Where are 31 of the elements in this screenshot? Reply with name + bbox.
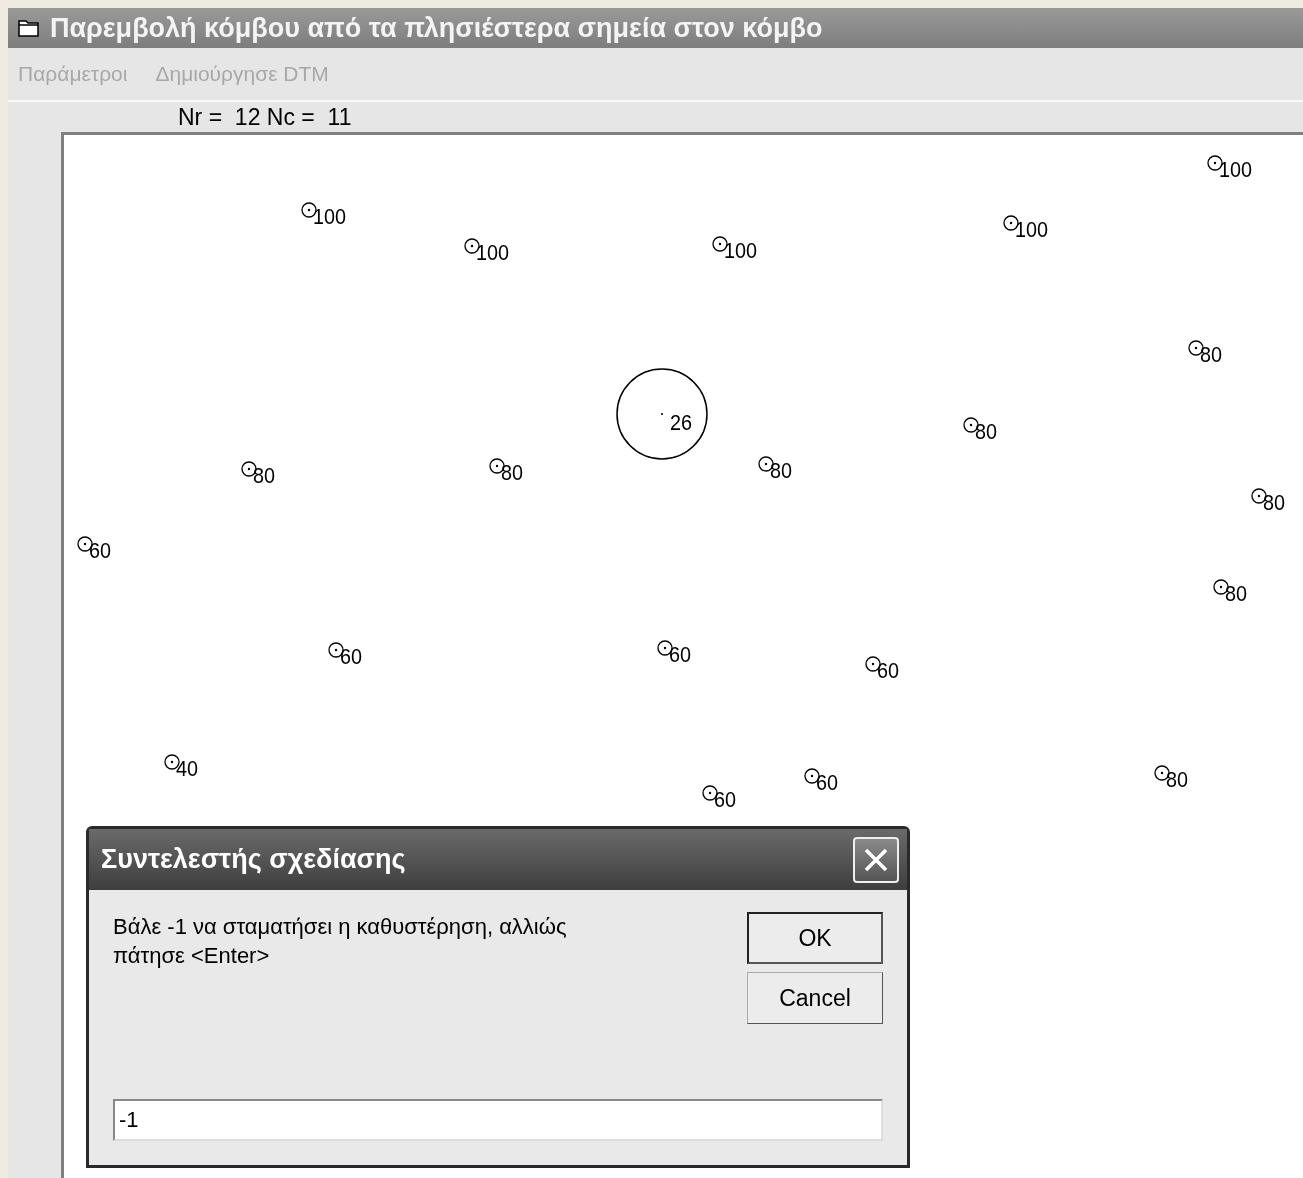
point-value: 80 [1263,490,1286,516]
point-value: 60 [714,787,737,813]
point-value: 100 [1015,217,1049,243]
point-value: 60 [816,770,839,796]
point-value: 80 [1166,767,1189,793]
point-value: 60 [669,642,692,668]
point-value: 100 [724,238,758,264]
ok-button[interactable]: OK [747,912,883,964]
point-value: 100 [1219,157,1253,183]
dialog-message: Βάλε -1 να σταματήσει η καθυστέρηση, αλλιώς πάτησε <Enter> [113,913,568,970]
point-value: 80 [501,460,524,486]
point-value: 80 [975,419,998,445]
point-value: 80 [1200,342,1223,368]
point-value: 60 [89,538,112,564]
close-icon [863,846,889,873]
point-value: 60 [877,658,900,684]
close-button[interactable] [853,836,899,883]
point-value: 60 [340,644,363,670]
point-value: 80 [770,458,793,484]
point-value: 80 [253,463,276,489]
input-field[interactable]: -1 [113,1099,883,1141]
node-value: 26 [670,410,693,436]
dialog-title: Συντελεστής σχεδίασης [101,844,406,875]
point-value: 40 [176,756,199,782]
folder-icon [18,19,40,37]
point-value: 100 [313,204,347,230]
point-value: 80 [1225,581,1248,607]
window-title: Παρεμβολή κόμβου από τα πλησιέστερα σημεία στον κόμβο [50,12,823,44]
grid-info-text: Nr = 12 Nc = 11 [178,103,352,131]
point-value: 100 [476,240,510,266]
cancel-button[interactable]: Cancel [747,972,883,1024]
